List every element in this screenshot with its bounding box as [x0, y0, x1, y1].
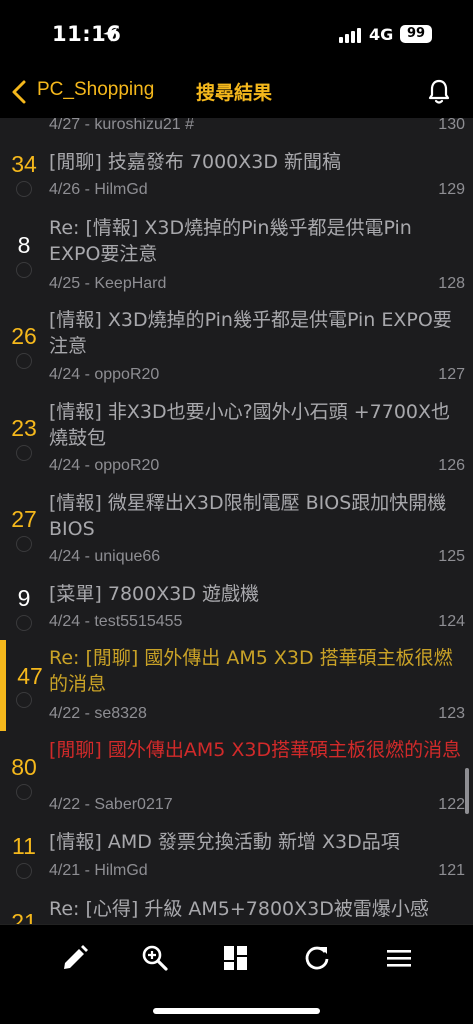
post-number: 125	[438, 548, 465, 565]
list-item[interactable]: 34 [閒聊] 技嘉發布 7000X3D 新聞稿 4/26 - HilmGd 1…	[0, 142, 473, 202]
push-count: 26	[11, 323, 37, 349]
post-title: [情報] AMD 發票兌換活動 新增 X3D品項	[49, 831, 400, 853]
list-item-selected[interactable]: 47 Re: [閒聊] 國外傳出 AM5 X3D 搭華碩主板很燃的消息 4/22…	[0, 640, 473, 731]
read-indicator	[16, 536, 32, 552]
status-bar: 11:16 4G 99	[0, 0, 473, 66]
post-title: Re: [心得] 升級 AM5+7800X3D被雷爆小感	[49, 898, 429, 920]
network-type: 4G	[369, 25, 394, 44]
post-title: [閒聊] 技嘉發布 7000X3D 新聞稿	[49, 151, 342, 173]
post-meta: 4/24 - oppoR20	[49, 457, 160, 474]
post-meta: 4/24 - oppoR20	[49, 366, 160, 383]
location-arrow-icon	[103, 28, 117, 42]
post-title: [閒聊] 國外傳出AM5 X3D搭華碩主板很燃的消息	[49, 739, 462, 761]
post-number: 128	[438, 275, 465, 292]
read-indicator	[16, 353, 32, 369]
post-number: 122	[438, 796, 465, 813]
push-count: 34	[11, 151, 37, 177]
post-number: 130	[438, 118, 465, 133]
post-number: 121	[438, 862, 465, 879]
chevron-left-icon[interactable]	[10, 79, 28, 105]
push-count: 8	[17, 232, 31, 258]
post-title: [情報] X3D燒掉的Pin幾乎都是供電Pin EXPO要注意	[49, 309, 452, 357]
scrollbar[interactable]	[465, 768, 469, 814]
read-indicator	[16, 262, 32, 278]
list-item[interactable]: 11 [情報] AMD 發票兌換活動 新增 X3D品項 4/21 - HilmG…	[0, 828, 473, 888]
grid-icon[interactable]	[221, 943, 251, 973]
post-meta: 4/26 - HilmGd	[49, 181, 148, 198]
push-count: 11	[12, 833, 36, 859]
post-title: [情報] 非X3D也要小心?國外小石頭 +7700X也燒鼓包	[49, 401, 451, 449]
push-count: 9	[17, 585, 31, 611]
result-list[interactable]: 4/27 - kuroshizu21 # 130 34 [閒聊] 技嘉發布 70…	[0, 118, 473, 924]
battery-icon: 99	[400, 25, 432, 43]
back-button[interactable]: PC_Shopping	[37, 79, 154, 101]
post-number: 124	[438, 613, 465, 630]
refresh-icon[interactable]	[302, 943, 332, 973]
push-count: 23	[11, 415, 37, 441]
read-indicator	[16, 692, 32, 708]
push-count: 80	[11, 754, 37, 780]
push-count: 21	[11, 909, 37, 924]
post-meta: 4/22 - Saber0217	[49, 796, 173, 813]
list-item[interactable]: 4/27 - kuroshizu21 # 130	[0, 118, 473, 138]
read-indicator	[16, 784, 32, 800]
list-item[interactable]: 21 Re: [心得] 升級 AM5+7800X3D被雷爆小感	[0, 894, 473, 924]
post-title: [菜單] 7800X3D 遊戲機	[49, 583, 259, 605]
read-indicator	[16, 445, 32, 461]
post-title: Re: [情報] X3D燒掉的Pin幾乎都是供電Pin EXPO要注意	[49, 217, 412, 265]
list-item[interactable]: 8 Re: [情報] X3D燒掉的Pin幾乎都是供電Pin EXPO要注意 4/…	[0, 212, 473, 300]
bell-icon[interactable]	[427, 78, 451, 106]
post-number: 129	[438, 181, 465, 198]
post-meta: 4/24 - test5515455	[49, 613, 183, 630]
nav-bar: PC_Shopping 搜尋結果	[0, 66, 473, 118]
page-title: 搜尋結果	[196, 82, 273, 104]
list-item[interactable]: 23 [情報] 非X3D也要小心?國外小石頭 +7700X也燒鼓包 4/24 -…	[0, 398, 473, 486]
list-item[interactable]: 26 [情報] X3D燒掉的Pin幾乎都是供電Pin EXPO要注意 4/24 …	[0, 306, 473, 394]
post-meta: 4/24 - unique66	[49, 548, 161, 565]
push-count: 27	[11, 506, 37, 532]
read-indicator	[16, 181, 32, 197]
post-meta: 4/27 - kuroshizu21 #	[49, 118, 194, 133]
post-meta: 4/21 - HilmGd	[49, 862, 148, 879]
read-indicator	[16, 863, 32, 879]
home-indicator[interactable]	[153, 1008, 320, 1014]
post-number: 127	[438, 366, 465, 383]
read-indicator	[16, 615, 32, 631]
cellular-signal-icon	[339, 27, 363, 43]
list-item[interactable]: 9 [菜單] 7800X3D 遊戲機 4/24 - test5515455 12…	[0, 580, 473, 640]
search-plus-icon[interactable]	[140, 943, 170, 973]
post-meta: 4/25 - KeepHard	[49, 275, 167, 292]
push-count: 47	[17, 663, 43, 689]
post-title: [情報] 微星釋出X3D限制電壓 BIOS跟加快開機 BIOS	[49, 492, 447, 540]
post-number: 126	[438, 457, 465, 474]
pencil-icon[interactable]	[60, 943, 90, 973]
post-number: 123	[438, 705, 465, 722]
list-item[interactable]: 80 [閒聊] 國外傳出AM5 X3D搭華碩主板很燃的消息 4/22 - Sab…	[0, 734, 473, 822]
list-item[interactable]: 27 [情報] 微星釋出X3D限制電壓 BIOS跟加快開機 BIOS 4/24 …	[0, 489, 473, 577]
menu-icon[interactable]	[384, 943, 414, 973]
post-meta: 4/22 - se8328	[49, 705, 147, 722]
post-title: Re: [閒聊] 國外傳出 AM5 X3D 搭華碩主板很燃的消息	[49, 647, 453, 695]
